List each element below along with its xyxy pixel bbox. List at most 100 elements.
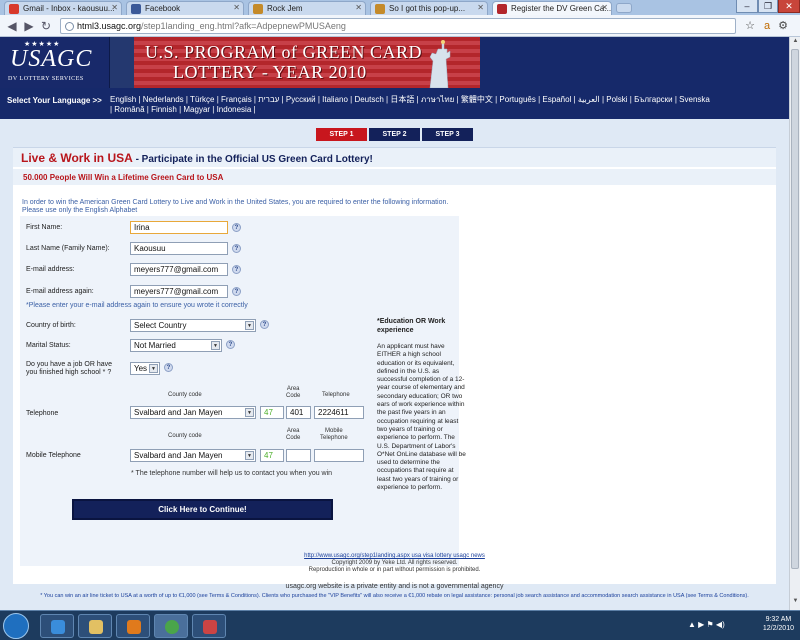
chevron-down-icon: ▼ <box>245 321 254 330</box>
heading-main: Live & Work in USA <box>21 151 133 165</box>
tab-popup-thread[interactable]: So I got this pop-up... ✕ <box>370 1 488 15</box>
minimize-button[interactable]: – <box>736 0 758 13</box>
country-help-icon[interactable]: ? <box>260 320 269 329</box>
close-tab-icon[interactable]: ✕ <box>477 3 484 12</box>
logo-name: USAGC <box>10 46 93 72</box>
address-bar[interactable]: html3.usagc.org/step1landing_eng.html?af… <box>60 18 736 34</box>
footer-reproduction: Reproduction in whole or in part without… <box>308 567 481 573</box>
mobile-country-select[interactable]: Svalbard and Jan Mayen ▼ <box>130 449 256 462</box>
facebook-icon <box>131 4 141 14</box>
close-tab-icon[interactable]: ✕ <box>355 3 362 12</box>
chrome-icon <box>165 620 179 634</box>
close-tab-icon[interactable]: ✕ <box>233 3 240 12</box>
email-again-field[interactable] <box>130 285 228 298</box>
system-tray-icons[interactable]: ▲ ▶ ⚑ ◀) <box>688 620 725 629</box>
globe-icon <box>65 22 74 31</box>
system-clock[interactable]: 9:32 AM 12/2/2010 <box>763 615 794 633</box>
heading-rest: - Participate in the Official US Green C… <box>132 154 373 165</box>
internet-explorer-icon <box>51 620 65 634</box>
maximize-button[interactable]: ❐ <box>758 0 778 13</box>
vertical-scrollbar[interactable]: ▲ ▼ <box>789 37 800 610</box>
area-code-header: Area Code <box>286 386 301 399</box>
forward-icon[interactable]: ▶ <box>21 18 37 34</box>
first-name-help-icon[interactable]: ? <box>232 223 241 232</box>
mobile-telephone-label: Mobile Telephone <box>26 452 81 459</box>
site-banner: ★★★★★ USAGC DV LOTTERY SERVICES U.S. PRO… <box>0 37 789 88</box>
step-1: STEP 1 <box>316 128 367 141</box>
tab-facebook[interactable]: Facebook ✕ <box>126 1 244 15</box>
tab-rock-jem[interactable]: Rock Jem ✕ <box>248 1 366 15</box>
chevron-down-icon: ▼ <box>149 364 158 373</box>
taskbar-paint[interactable] <box>192 614 226 638</box>
mobile-area-code-field[interactable] <box>286 449 311 462</box>
education-info-box: *Education OR Work experience An applica… <box>377 317 467 492</box>
start-button[interactable] <box>3 613 29 639</box>
back-icon[interactable]: ◀ <box>4 18 20 34</box>
country-of-birth-select[interactable]: Select Country ▼ <box>130 319 256 332</box>
rock-jem-icon <box>253 4 263 14</box>
wrench-icon[interactable]: ⚙ <box>776 19 790 33</box>
job-select[interactable]: Yes ▼ <box>130 362 160 375</box>
footer-links[interactable]: http://www.usagc.org/step1landing.aspx u… <box>304 553 485 559</box>
logo-subtitle: DV LOTTERY SERVICES <box>8 76 84 82</box>
mobile-country-code-header: County code <box>168 433 202 439</box>
marital-status-label: Marital Status: <box>26 342 71 349</box>
first-name-label: First Name: <box>26 224 63 231</box>
page-viewport: ★★★★★ USAGC DV LOTTERY SERVICES U.S. PRO… <box>0 37 789 610</box>
bookmark-star-icon[interactable]: ☆ <box>743 19 757 33</box>
tab-green-card[interactable]: Register the DV Green Ca... ✕ <box>492 1 612 15</box>
continue-button[interactable]: Click Here to Continue! <box>72 499 333 520</box>
education-info-body: An applicant must have EITHER a high sch… <box>377 343 466 492</box>
last-name-help-icon[interactable]: ? <box>232 244 241 253</box>
subheading-text: 50.000 People Will Win a Lifetime Green … <box>23 173 224 182</box>
country-of-birth-label: Country of birth: <box>26 322 76 329</box>
close-window-button[interactable]: ✕ <box>778 0 800 13</box>
taskbar-media-player[interactable] <box>116 614 150 638</box>
usagc-logo[interactable]: ★★★★★ USAGC DV LOTTERY SERVICES <box>0 37 110 88</box>
email-note: *Please enter your e-mail address again … <box>26 302 248 309</box>
banner-title: U.S. PROGRAM of GREEN CARD LOTTERY - YEA… <box>145 42 422 82</box>
browser-toolbar: ◀ ▶ ↻ html3.usagc.org/step1landing_eng.h… <box>0 15 800 37</box>
job-value: Yes <box>134 364 148 373</box>
email-field[interactable] <box>130 263 228 276</box>
folder-icon <box>89 620 103 634</box>
new-tab-button[interactable] <box>616 3 632 13</box>
paint-icon <box>203 620 217 634</box>
taskbar-chrome[interactable] <box>154 614 188 638</box>
banner-title-line-2: LOTTERY - YEAR 2010 <box>173 62 367 82</box>
email-help-icon[interactable]: ? <box>232 265 241 274</box>
chevron-down-icon: ▼ <box>245 408 254 417</box>
tab-label: So I got this pop-up... <box>389 4 466 13</box>
taskbar-ie[interactable] <box>40 614 74 638</box>
footer-disclaimer: * You can win an air line ticket to USA … <box>40 593 749 599</box>
country-code-header: County code <box>168 392 202 398</box>
close-tab-icon[interactable]: ✕ <box>111 3 118 12</box>
telephone-country-select[interactable]: Svalbard and Jan Mayen ▼ <box>130 406 256 419</box>
telephone-number-field[interactable] <box>314 406 364 419</box>
last-name-field[interactable] <box>130 242 228 255</box>
first-name-field[interactable] <box>130 221 228 234</box>
tab-gmail[interactable]: Gmail - Inbox - kaousuu... ✕ <box>4 1 122 15</box>
job-question-label: Do you have a job OR have you finished h… <box>26 361 112 377</box>
job-question-line-1: Do you have a job OR have <box>26 361 112 368</box>
scroll-down-icon[interactable]: ▼ <box>791 598 800 607</box>
marital-help-icon[interactable]: ? <box>226 340 235 349</box>
telephone-area-code-field[interactable] <box>286 406 311 419</box>
intro-text: In order to win the American Green Card … <box>22 199 582 215</box>
email-again-help-icon[interactable]: ? <box>232 287 241 296</box>
reload-icon[interactable]: ↻ <box>38 18 54 34</box>
scroll-up-icon[interactable]: ▲ <box>791 38 800 47</box>
url-host: html3.usagc.org <box>77 21 142 31</box>
taskbar-explorer[interactable] <box>78 614 112 638</box>
marital-status-select[interactable]: Not Married ▼ <box>130 339 222 352</box>
mobile-number-field[interactable] <box>314 449 364 462</box>
page-heading: Live & Work in USA - Participate in the … <box>13 147 776 167</box>
job-help-icon[interactable]: ? <box>164 363 173 372</box>
step-2: STEP 2 <box>369 128 420 141</box>
education-info-title: *Education OR Work experience <box>377 318 446 334</box>
extension-icon[interactable]: a <box>760 19 774 33</box>
scrollbar-thumb[interactable] <box>791 49 799 569</box>
language-links[interactable]: English | Nederlands | Türkçe | Français… <box>110 95 710 115</box>
close-tab-icon[interactable]: ✕ <box>601 3 608 12</box>
banner-title-line-1: U.S. PROGRAM of GREEN CARD <box>145 42 423 62</box>
